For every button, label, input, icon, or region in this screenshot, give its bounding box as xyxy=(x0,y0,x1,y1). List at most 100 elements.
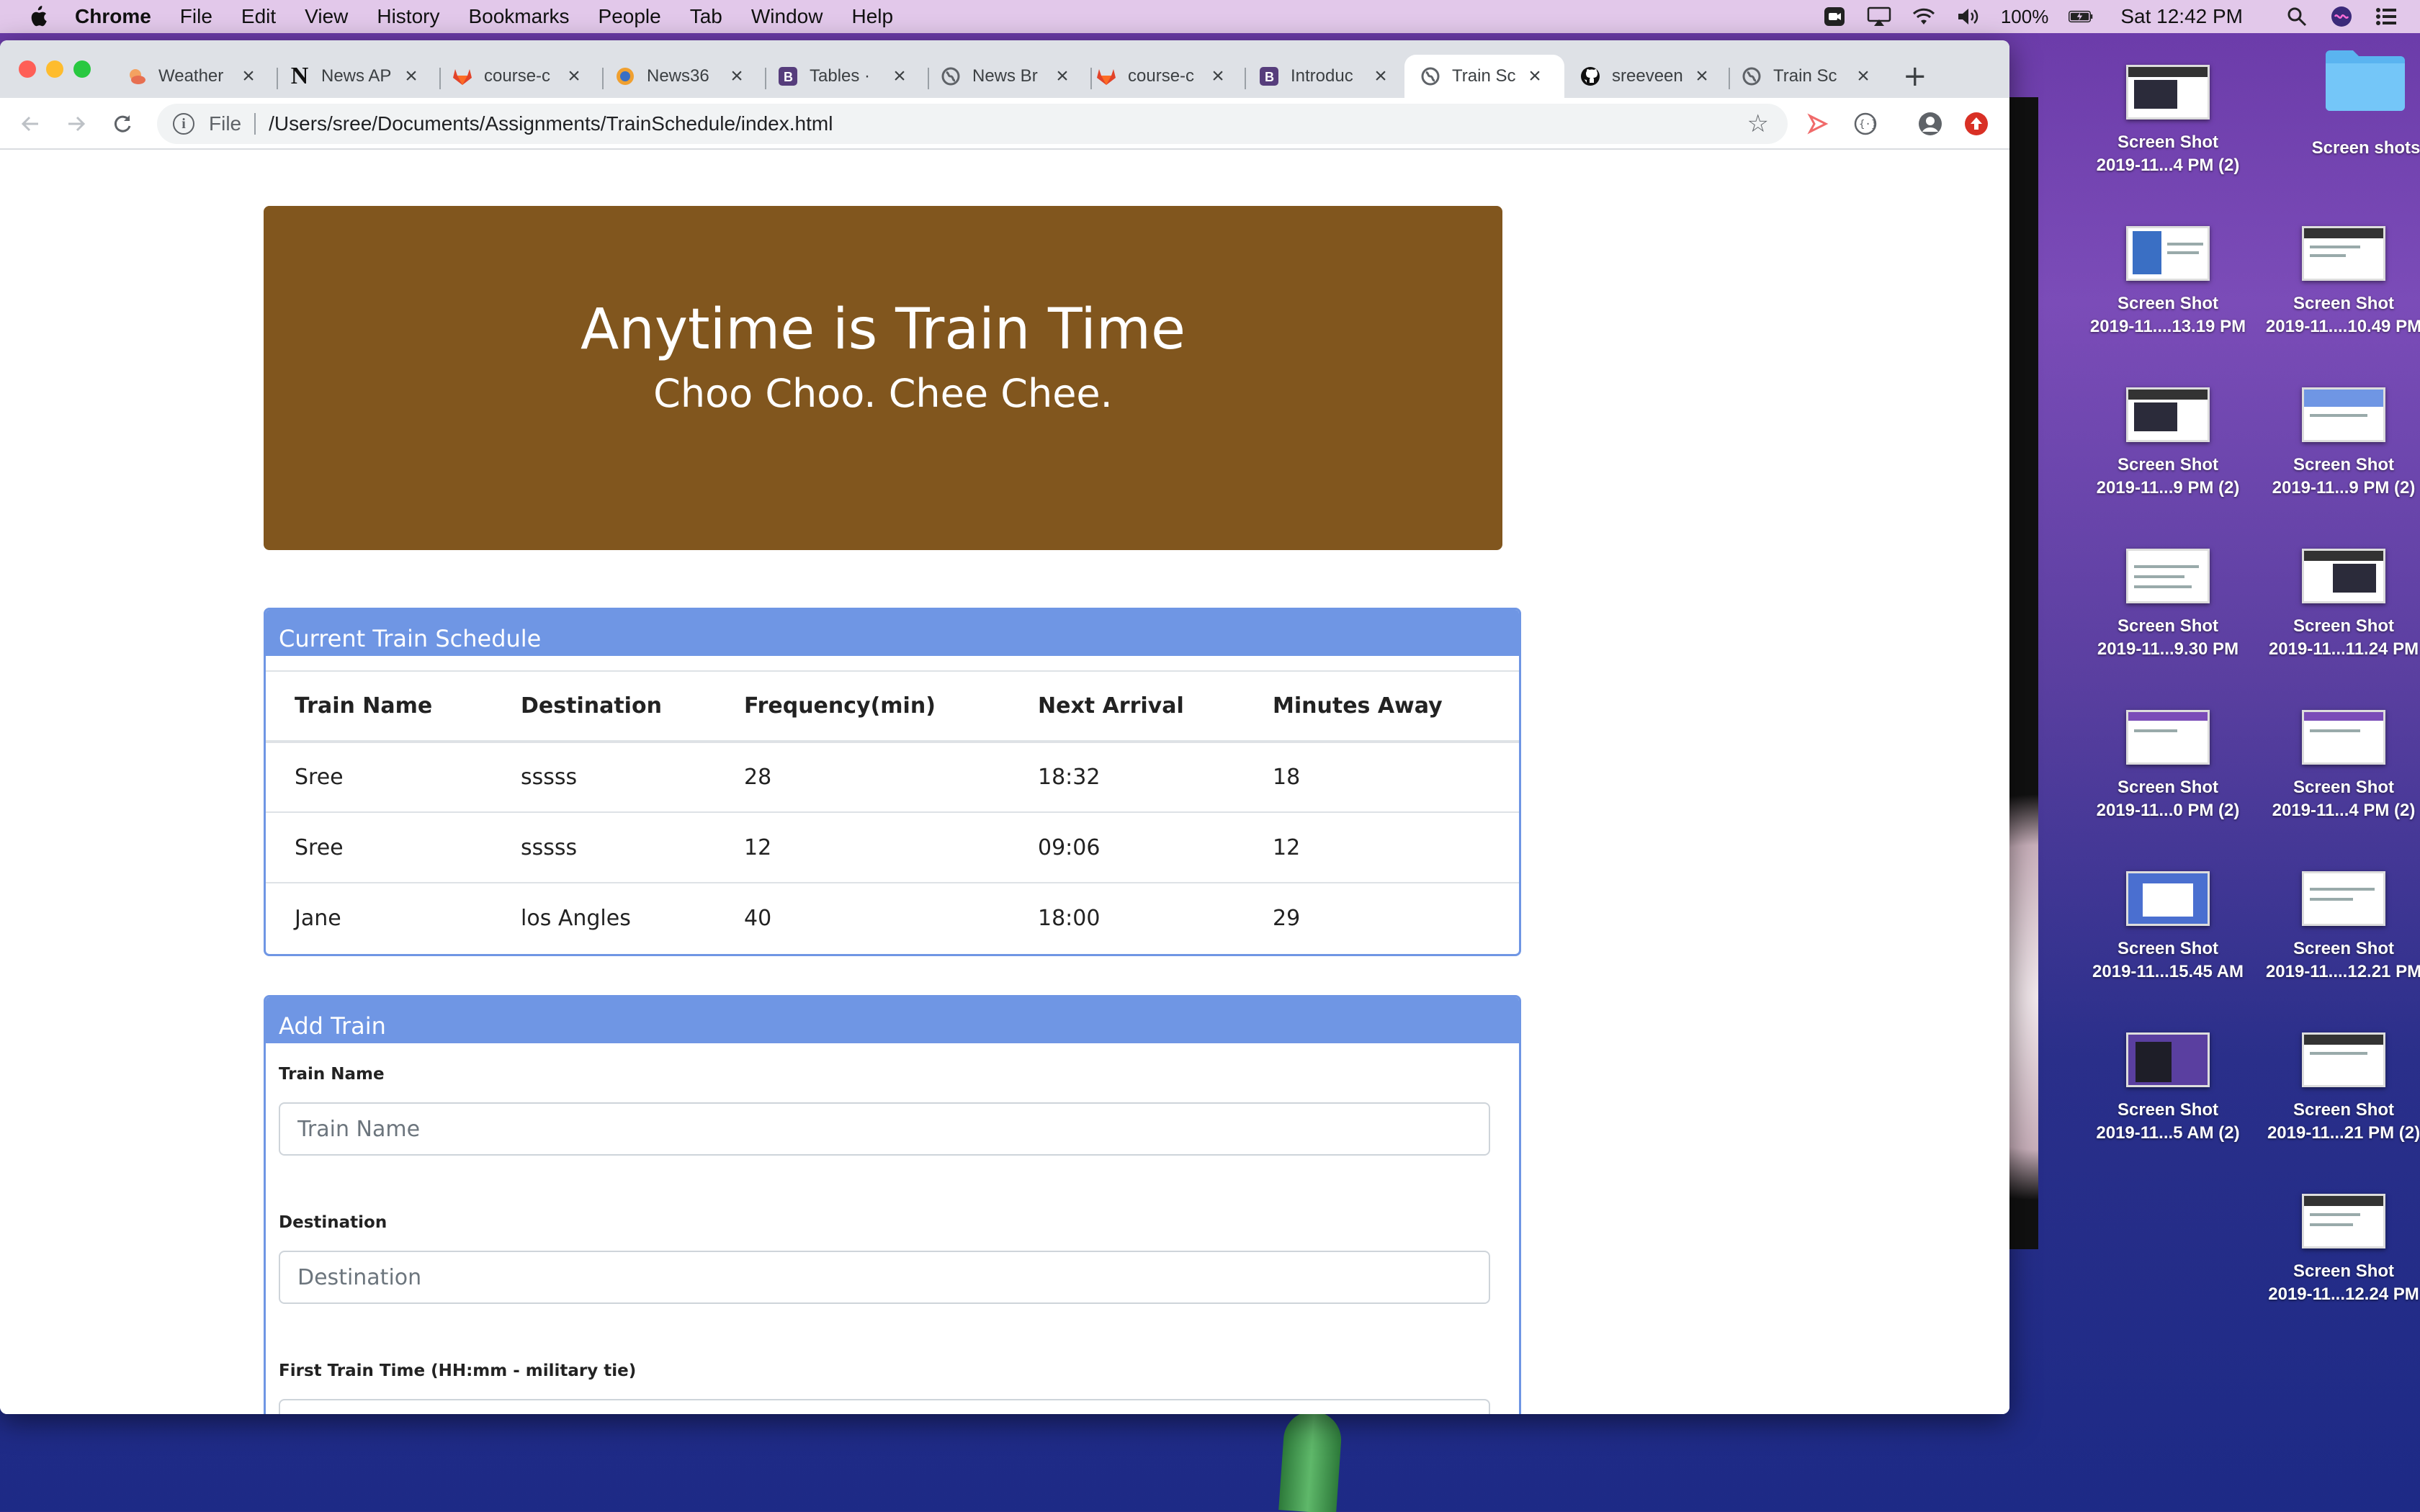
address-bar[interactable]: i File /Users/sree/Documents/Assignments… xyxy=(157,104,1788,144)
file-name-line2: 2019-11....13.19 PM xyxy=(2089,317,2246,336)
tab-title: sreeveen xyxy=(1612,66,1683,86)
back-arrow-icon[interactable] xyxy=(14,108,46,140)
menu-edit[interactable]: Edit xyxy=(241,5,276,28)
desktop-screenshot-file[interactable]: Screen Shot 2019-11....10.49 PM xyxy=(2250,226,2420,338)
camera-app-icon[interactable] xyxy=(1822,6,1847,27)
screenshot-thumbnail xyxy=(2302,710,2385,765)
airplay-icon[interactable] xyxy=(1867,6,1891,27)
forward-arrow-icon[interactable] xyxy=(60,108,92,140)
menu-bookmarks[interactable]: Bookmarks xyxy=(468,5,569,28)
menu-people[interactable]: People xyxy=(599,5,661,28)
siri-icon[interactable] xyxy=(2329,6,2354,27)
desktop-screenshot-file[interactable]: Screen Shot 2019-11...12.24 PM xyxy=(2250,1194,2420,1306)
wifi-icon[interactable] xyxy=(1912,6,1936,27)
new-tab-button[interactable]: + xyxy=(1903,62,1927,91)
browser-tab[interactable]: B Tables · × xyxy=(778,55,922,98)
menu-tab[interactable]: Tab xyxy=(690,5,722,28)
browser-tab[interactable]: course-c × xyxy=(1096,55,1240,98)
battery-charging-icon[interactable] xyxy=(2069,6,2093,27)
menu-view[interactable]: View xyxy=(305,5,348,28)
destination-input[interactable] xyxy=(279,1251,1490,1304)
menu-bar-clock[interactable]: Sat 12:42 PM xyxy=(2120,5,2243,28)
file-name-line1: Screen Shot xyxy=(2293,616,2395,636)
svg-text:B: B xyxy=(784,70,793,84)
screenshot-thumbnail xyxy=(2126,549,2210,603)
screenshot-thumbnail xyxy=(2302,549,2385,603)
browser-tab[interactable]: News Br × xyxy=(941,55,1085,98)
screenshot-thumbnail xyxy=(2126,1032,2210,1087)
close-tab-icon[interactable]: × xyxy=(400,64,422,89)
scheme-label: File xyxy=(209,112,242,135)
bookmark-star-icon[interactable]: ☆ xyxy=(1747,109,1769,138)
desktop-screenshot-file[interactable]: Screen Shot 2019-11...15.45 AM xyxy=(2074,871,2262,984)
browser-tab[interactable]: News36 × xyxy=(615,55,759,98)
minimize-window-button[interactable] xyxy=(46,60,63,78)
browser-tab[interactable]: Weather × xyxy=(127,55,271,98)
train-name-input[interactable] xyxy=(279,1102,1490,1156)
browser-tab[interactable]: B Introduc × xyxy=(1259,55,1403,98)
file-name-line2: 2019-11...5 AM (2) xyxy=(2096,1123,2240,1143)
desktop-screenshot-file[interactable]: Screen Shot 2019-11...5 AM (2) xyxy=(2074,1032,2262,1145)
update-available-icon[interactable] xyxy=(1960,108,1992,140)
github-icon xyxy=(1580,66,1600,86)
desktop-screenshot-file[interactable]: Screen Shot 2019-11...9.30 PM xyxy=(2074,549,2262,661)
tab-strip: Weather × N News AP × course-c × News36 … xyxy=(0,40,2009,98)
browser-tab[interactable]: sreeveen × xyxy=(1580,55,1724,98)
bootstrap-icon: B xyxy=(1259,66,1279,86)
desktop-screenshot-file[interactable]: Screen Shot 2019-11...9 PM (2) xyxy=(2074,387,2262,500)
file-name-line1: Screen Shot xyxy=(2293,455,2395,474)
apple-logo-icon[interactable] xyxy=(27,4,49,29)
close-tab-icon[interactable]: × xyxy=(1370,64,1392,89)
table-cell: 18:00 xyxy=(1038,906,1101,931)
profile-avatar-icon[interactable] xyxy=(1914,108,1946,140)
close-tab-icon[interactable]: × xyxy=(238,64,259,89)
tab-title: Weather xyxy=(158,66,224,86)
menu-app-name[interactable]: Chrome xyxy=(75,5,151,28)
close-tab-icon[interactable]: × xyxy=(1207,64,1229,89)
desktop-screenshot-file[interactable]: Screen Shot 2019-11....13.19 PM xyxy=(2074,226,2262,338)
browser-tab[interactable]: N News AP × xyxy=(290,55,434,98)
close-tab-icon[interactable]: × xyxy=(563,64,585,89)
card-header: Add Train xyxy=(266,997,1519,1043)
extension-arrow-icon[interactable] xyxy=(1803,108,1835,140)
menu-bar-status-area: 100% Sat 12:42 PM xyxy=(1822,0,2398,33)
close-tab-icon[interactable]: × xyxy=(1052,64,1073,89)
menu-window[interactable]: Window xyxy=(751,5,823,28)
desktop-screenshot-file[interactable]: Screen Shot 2019-11...21 PM (2) xyxy=(2250,1032,2420,1145)
tab-title: course-c xyxy=(484,66,551,86)
reload-icon[interactable] xyxy=(107,108,138,140)
first-train-time-input[interactable] xyxy=(279,1399,1490,1414)
desktop-screenshot-file[interactable]: Screen Shot 2019-11...4 PM (2) xyxy=(2074,65,2262,177)
browser-tab-active[interactable]: Train Sc × xyxy=(1404,55,1564,98)
background-window-edge xyxy=(2009,97,2038,1249)
close-tab-icon[interactable]: × xyxy=(726,64,748,89)
desktop-screenshot-file[interactable]: Screen Shot 2019-11...11.24 PM xyxy=(2250,549,2420,661)
desktop-icons: Screen Shot 2019-11...4 PM (2) Screen Sh… xyxy=(2045,43,2420,1339)
desktop-screenshot-file[interactable]: Screen Shot 2019-11...9 PM (2) xyxy=(2250,387,2420,500)
browser-tab[interactable]: course-c × xyxy=(452,55,596,98)
notification-center-icon[interactable] xyxy=(2374,6,2398,27)
close-tab-icon[interactable]: × xyxy=(889,64,910,89)
close-window-button[interactable] xyxy=(19,60,36,78)
screenshot-thumbnail xyxy=(2126,871,2210,926)
tab-title: Train Sc xyxy=(1773,66,1837,86)
desktop-screenshot-file[interactable]: Screen Shot 2019-11...0 PM (2) xyxy=(2074,710,2262,822)
close-tab-icon[interactable]: × xyxy=(1852,64,1874,89)
site-info-icon[interactable]: i xyxy=(173,113,194,135)
spotlight-search-icon[interactable] xyxy=(2285,6,2309,27)
url-text[interactable]: /Users/sree/Documents/Assignments/TrainS… xyxy=(269,112,833,135)
browser-tab[interactable]: Train Sc × xyxy=(1742,55,1886,98)
close-tab-icon[interactable]: × xyxy=(1691,64,1713,89)
volume-icon[interactable] xyxy=(1956,6,1981,27)
extension-code-icon[interactable]: {·} xyxy=(1850,108,1881,140)
table-row: Jane los Angles 40 18:00 29 xyxy=(266,883,1519,953)
desktop-screenshot-file[interactable]: Screen Shot 2019-11....12.21 PM xyxy=(2250,871,2420,984)
menu-file[interactable]: File xyxy=(180,5,212,28)
menu-help[interactable]: Help xyxy=(851,5,893,28)
close-tab-icon[interactable]: × xyxy=(1524,64,1546,89)
menu-history[interactable]: History xyxy=(377,5,439,28)
maximize-window-button[interactable] xyxy=(73,60,91,78)
file-name-line2: 2019-11....10.49 PM xyxy=(2265,317,2420,336)
desktop-screenshot-file[interactable]: Screen Shot 2019-11...4 PM (2) xyxy=(2250,710,2420,822)
file-name-line2: 2019-11...4 PM (2) xyxy=(2096,156,2240,175)
